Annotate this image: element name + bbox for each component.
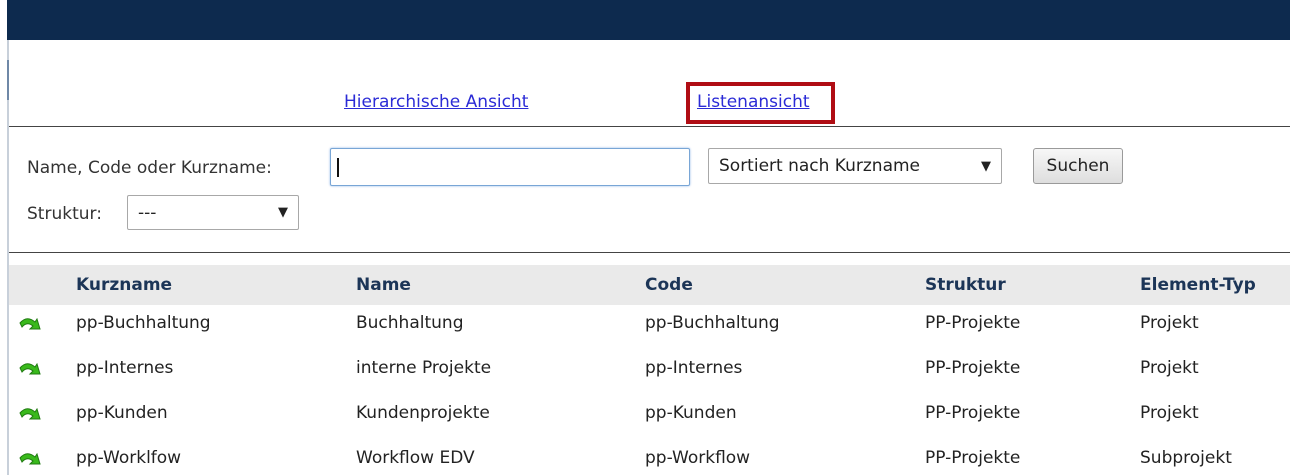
search-input[interactable] — [330, 148, 690, 186]
green-arrow-icon[interactable] — [17, 359, 43, 381]
cell-element-typ: Subprojekt — [1140, 448, 1232, 468]
cell-struktur: PP-Projekte — [925, 313, 1021, 333]
green-arrow-icon[interactable] — [17, 449, 43, 471]
search-label: Name, Code oder Kurzname: — [27, 158, 272, 178]
column-header-element-typ[interactable]: Element-Typ — [1140, 275, 1256, 295]
cell-name: interne Projekte — [356, 358, 492, 378]
search-button[interactable]: Suchen — [1033, 148, 1123, 184]
triangle-down-icon: ▼ — [981, 158, 991, 174]
cell-code: pp-Buchhaltung — [645, 313, 780, 333]
cell-name: Kundenprojekte — [356, 403, 490, 423]
cell-code: pp-Workflow — [645, 448, 751, 468]
cell-name: Workflow EDV — [356, 448, 475, 468]
cell-name: Buchhaltung — [356, 313, 464, 333]
column-header-kurzname[interactable]: Kurzname — [76, 275, 172, 295]
green-arrow-icon[interactable] — [17, 404, 43, 426]
cell-element-typ: Projekt — [1140, 358, 1199, 378]
cell-element-typ: Projekt — [1140, 313, 1199, 333]
green-arrow-icon[interactable] — [17, 314, 43, 336]
sort-select[interactable]: Sortiert nach Kurzname ▼ — [708, 148, 1002, 184]
structure-select[interactable]: --- ▼ — [127, 195, 299, 230]
top-bar — [7, 0, 1290, 40]
list-view-link[interactable]: Listenansicht — [697, 92, 810, 112]
cell-struktur: PP-Projekte — [925, 448, 1021, 468]
left-border — [7, 40, 9, 475]
column-header-name[interactable]: Name — [356, 275, 411, 295]
structure-label: Struktur: — [27, 204, 102, 224]
cell-kurzname: pp-Worklfow — [76, 448, 182, 468]
cell-kurzname: pp-Buchhaltung — [76, 313, 211, 333]
divider — [9, 252, 1290, 253]
cell-struktur: PP-Projekte — [925, 358, 1021, 378]
structure-select-value: --- — [138, 202, 157, 223]
triangle-down-icon: ▼ — [278, 205, 288, 220]
cell-struktur: PP-Projekte — [925, 403, 1021, 423]
column-header-struktur[interactable]: Struktur — [925, 275, 1006, 295]
cell-code: pp-Internes — [645, 358, 743, 378]
cell-kurzname: pp-Internes — [76, 358, 174, 378]
column-header-code[interactable]: Code — [645, 275, 693, 295]
cell-element-typ: Projekt — [1140, 403, 1199, 423]
sort-select-value: Sortiert nach Kurzname — [719, 156, 921, 176]
cell-code: pp-Kunden — [645, 403, 737, 423]
text-cursor — [337, 158, 339, 177]
hierarchical-view-link[interactable]: Hierarchische Ansicht — [344, 92, 528, 112]
left-border-accent — [7, 60, 9, 100]
divider — [9, 126, 1290, 127]
cell-kurzname: pp-Kunden — [76, 403, 168, 423]
